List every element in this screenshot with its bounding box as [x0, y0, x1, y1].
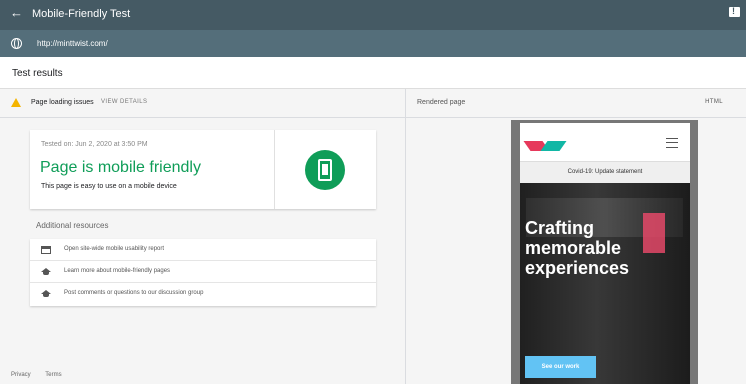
page-mobile-friendly-heading: Page is mobile friendly — [40, 159, 201, 176]
hero-line: memorable — [525, 238, 622, 258]
back-arrow-icon[interactable]: ← — [10, 6, 24, 20]
resource-item-usability-report[interactable]: Open site-wide mobile usability report — [30, 239, 376, 261]
app-title: Mobile-Friendly Test — [32, 8, 131, 20]
additional-resources-title: Additional resources — [36, 221, 109, 230]
test-results-header: Test results — [0, 57, 746, 89]
url-bar: http://minttwist.com/ — [0, 30, 746, 57]
rendered-phone-frame: Covid-19: Update statement Crafting memo… — [511, 120, 698, 384]
hero-line: Crafting — [525, 218, 594, 238]
covid-update-banner: Covid-19: Update statement — [520, 161, 690, 183]
page-loading-issues-label: Page loading issues — [31, 99, 94, 106]
test-results-title: Test results — [12, 68, 63, 79]
mobile-friendly-description: This page is easy to use on a mobile dev… — [41, 183, 177, 190]
results-panel: Page loading issues VIEW DETAILS Tested … — [0, 89, 405, 384]
rendered-page-panel: Rendered page HTML Covid-19: Update stat… — [405, 89, 746, 384]
report-icon — [41, 246, 51, 254]
school-icon — [41, 268, 51, 276]
hero-heading: Crafting memorable experiences — [525, 218, 685, 278]
footer-links: Privacy Terms — [11, 372, 75, 378]
hero-image — [520, 183, 690, 384]
resource-label: Learn more about mobile-friendly pages — [64, 268, 171, 274]
see-our-work-button: See our work — [525, 356, 596, 378]
terms-link[interactable]: Terms — [45, 372, 61, 378]
card-divider — [274, 130, 275, 209]
globe-icon — [11, 38, 22, 49]
resource-item-discussion-group[interactable]: Post comments or questions to our discus… — [30, 283, 376, 305]
resource-item-learn-more[interactable]: Learn more about mobile-friendly pages — [30, 261, 376, 283]
feedback-icon[interactable] — [729, 6, 740, 17]
page-loading-issues-bar: Page loading issues VIEW DETAILS — [0, 89, 405, 118]
tested-url[interactable]: http://minttwist.com/ — [37, 39, 108, 48]
view-details-link[interactable]: VIEW DETAILS — [101, 99, 147, 105]
resource-label: Open site-wide mobile usability report — [64, 246, 165, 252]
resource-label: Post comments or questions to our discus… — [64, 290, 204, 296]
mobile-phone-icon — [305, 150, 345, 190]
tested-on-label: Tested on: Jun 2, 2020 at 3:50 PM — [41, 141, 148, 148]
warning-icon — [11, 98, 21, 107]
privacy-link[interactable]: Privacy — [11, 372, 31, 378]
rendered-page-tab[interactable]: Rendered page — [417, 99, 465, 106]
additional-resources-list: Open site-wide mobile usability report L… — [30, 239, 376, 306]
minttwist-logo — [523, 136, 569, 154]
phone-glyph-icon — [318, 159, 332, 181]
hero-line: experiences — [525, 258, 630, 278]
rendered-page-header: Rendered page HTML — [406, 89, 746, 118]
mobile-friendly-result-card: Tested on: Jun 2, 2020 at 3:50 PM Page i… — [30, 130, 376, 209]
menu-icon — [666, 138, 678, 148]
covid-update-text: Covid-19: Update statement — [567, 169, 643, 175]
html-tab[interactable]: HTML — [705, 99, 723, 105]
school-icon — [41, 290, 51, 298]
app-header: ← Mobile-Friendly Test — [0, 0, 746, 30]
rendered-page-screenshot: Covid-19: Update statement Crafting memo… — [520, 123, 690, 384]
